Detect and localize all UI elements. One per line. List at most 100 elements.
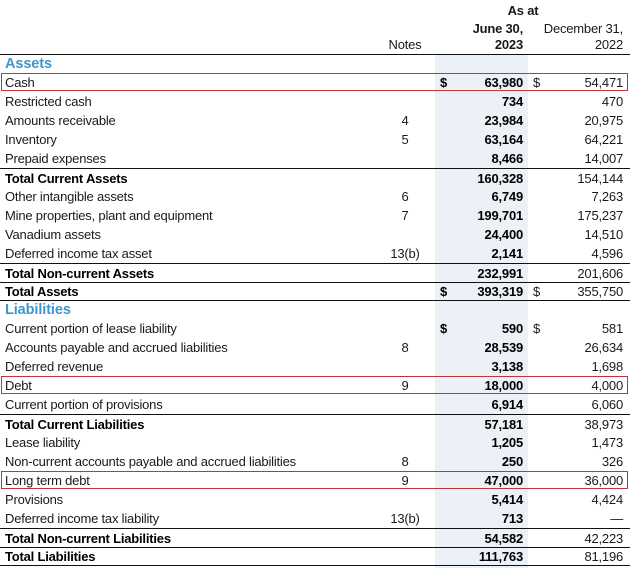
table-row: Deferred revenue 3,138 1,698 — [0, 357, 630, 376]
value-2022: 201,606 — [577, 265, 623, 281]
notes-cell: 13(b) — [390, 511, 420, 526]
dollar-sign-2023: $ — [440, 321, 448, 336]
value-2022: 175,237 — [577, 208, 623, 223]
row-label: Assets — [5, 56, 52, 72]
value-2022: 64,221 — [584, 132, 623, 147]
row-label: Vanadium assets — [5, 227, 101, 242]
column-header-notes: Notes — [388, 37, 422, 52]
value-2023: 199,701 — [477, 208, 523, 223]
notes-cell: 8 — [401, 454, 409, 469]
notes-cell: 8 — [401, 340, 409, 355]
value-2023-cell: $63,980 — [435, 75, 528, 90]
row-label: Deferred revenue — [5, 359, 103, 374]
table-row: Deferred income tax liability 13(b) 713 — — [0, 509, 630, 528]
row-label: Accounts payable and accrued liabilities — [5, 340, 228, 355]
table-row: Amounts receivable 4 23,984 20,975 — [0, 111, 630, 130]
row-label: Long term debt — [5, 473, 90, 488]
value-2023-cell: 3,138 — [435, 359, 528, 374]
value-2022: 14,007 — [584, 151, 623, 166]
value-2023: 393,319 — [477, 284, 523, 299]
row-label: Other intangible assets — [5, 189, 134, 204]
row-label: Total Current Assets — [5, 170, 128, 186]
value-2022-cell: 14,007 — [528, 151, 630, 166]
value-2023: 111,763 — [478, 549, 523, 564]
column-header-december-31: December 31, — [543, 21, 623, 36]
value-2022: 26,634 — [584, 340, 623, 355]
value-2023-cell: 160,328 — [435, 171, 528, 186]
section-heading-row: Assets — [0, 55, 630, 73]
dollar-sign-2022: $ — [533, 75, 541, 90]
table-row: Inventory 5 63,164 64,221 — [0, 130, 630, 149]
total-row: Total Assets $393,319 $355,750 — [0, 282, 630, 301]
value-2022-cell: 38,973 — [528, 417, 630, 432]
value-2023-cell: $590 — [435, 321, 528, 336]
value-2022: 14,510 — [584, 227, 623, 242]
value-2023: 713 — [501, 511, 523, 526]
value-2023: 734 — [501, 94, 523, 109]
value-2022: 38,973 — [584, 416, 623, 432]
value-2022-cell: 14,510 — [528, 227, 630, 242]
value-2023-cell: $393,319 — [435, 284, 528, 299]
value-2022: 4,424 — [591, 492, 623, 507]
value-2023: 28,539 — [484, 340, 523, 355]
value-2022-cell: 175,237 — [528, 208, 630, 223]
table-row: Accounts payable and accrued liabilities… — [0, 338, 630, 357]
row-label: Inventory — [5, 132, 57, 147]
row-label: Lease liability — [5, 435, 81, 450]
value-2022: 54,471 — [584, 75, 623, 90]
value-2022-cell: $581 — [528, 321, 630, 336]
row-label: Deferred income tax asset — [5, 246, 152, 261]
value-2023-cell: 54,582 — [435, 531, 528, 546]
row-label: Debt — [5, 378, 32, 393]
value-2022: 4,000 — [591, 378, 623, 393]
value-2023: 160,328 — [477, 170, 523, 186]
table-row: Non-current accounts payable and accrued… — [0, 452, 630, 471]
table-row: Mine properties, plant and equipment 7 199… — [0, 206, 630, 225]
value-2023: 23,984 — [484, 113, 523, 128]
header-notes-spacer — [375, 21, 435, 36]
value-2022-cell: 6,060 — [528, 397, 630, 412]
value-2022: 7,263 — [591, 189, 623, 204]
as-at-label: As at — [507, 3, 539, 18]
value-2022-cell: 64,221 — [528, 132, 630, 147]
row-label: Mine properties, plant and equipment — [5, 208, 213, 223]
notes-cell: 5 — [401, 132, 409, 147]
value-2022: 581 — [601, 321, 623, 336]
total-row: Total Liabilities 111,763 81,196 — [0, 547, 630, 566]
value-2023: 63,164 — [484, 132, 523, 147]
value-2023-cell: 713 — [435, 511, 528, 526]
value-2023: 1,205 — [491, 435, 523, 450]
value-2022-cell: 154,144 — [528, 171, 630, 186]
value-2023-cell: 5,414 — [435, 492, 528, 507]
value-2023-cell: 24,400 — [435, 227, 528, 242]
notes-cell: 13(b) — [390, 246, 420, 261]
header-line-2: Notes 2023 2022 — [0, 37, 630, 52]
value-2022: 1,473 — [591, 435, 623, 450]
value-2023-cell: 6,749 — [435, 189, 528, 204]
value-2022-cell: 42,223 — [528, 531, 630, 546]
row-label: Total Current Liabilities — [5, 416, 145, 432]
value-2022-cell: 1,473 — [528, 435, 630, 450]
value-2023: 2,141 — [491, 246, 523, 261]
value-2022-cell: 4,000 — [528, 378, 630, 393]
row-label: Total Non-current Assets — [5, 265, 155, 281]
dollar-sign-2022: $ — [533, 321, 541, 336]
value-2023: 590 — [501, 321, 523, 336]
value-2022: 4,596 — [591, 246, 623, 261]
value-2023: 47,000 — [484, 473, 523, 488]
column-header-june-30: June 30, — [472, 21, 524, 36]
notes-cell: 7 — [401, 208, 409, 223]
value-2022-cell: $355,750 — [528, 284, 630, 299]
value-2023: 250 — [501, 454, 523, 469]
value-2022-cell: — — [528, 511, 630, 526]
value-2022: 154,144 — [577, 170, 623, 186]
value-2023-cell: 8,466 — [435, 151, 528, 166]
value-2023: 63,980 — [484, 75, 523, 90]
value-2023-cell: 28,539 — [435, 340, 528, 355]
value-2022: 20,975 — [584, 113, 623, 128]
header-spacer — [0, 21, 375, 36]
value-2023-cell: 232,991 — [435, 266, 528, 281]
value-2022: — — [610, 511, 623, 526]
value-2023: 6,749 — [491, 189, 523, 204]
value-2023-cell: 57,181 — [435, 417, 528, 432]
